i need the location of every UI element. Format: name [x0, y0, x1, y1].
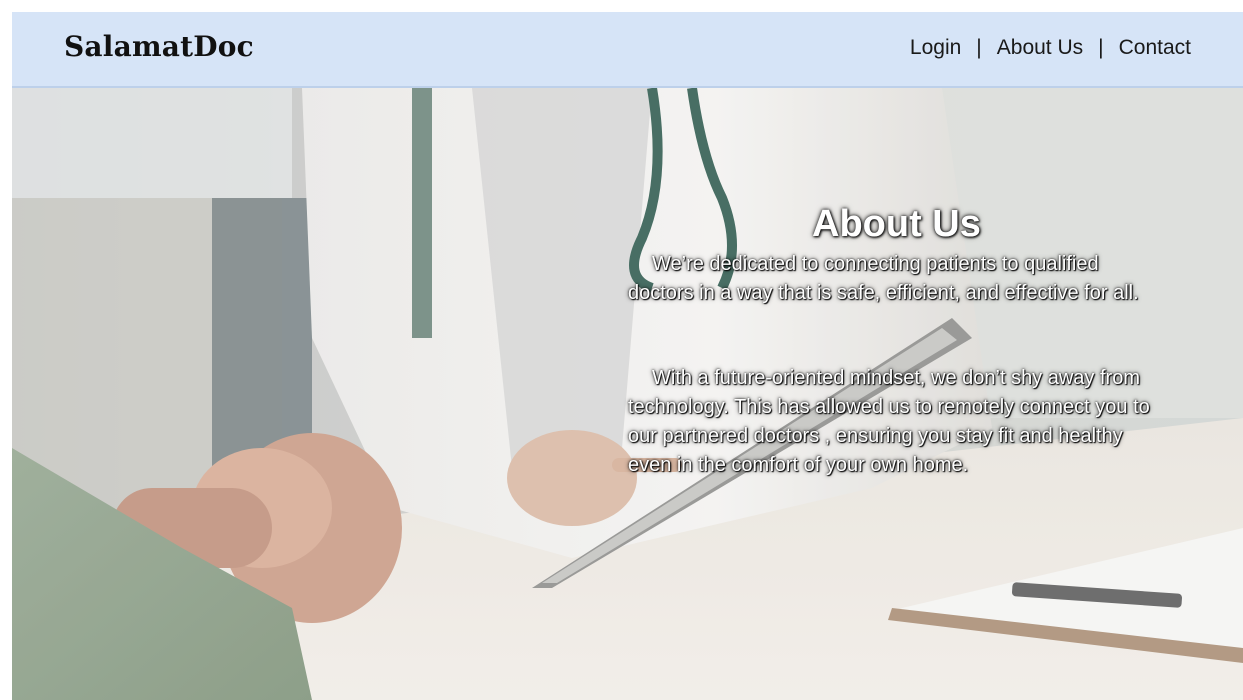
- page-frame: SalamatDoc Login | About Us | Contact Ab…: [12, 12, 1243, 700]
- nav-contact-link[interactable]: Contact: [1119, 36, 1191, 60]
- nav-login-link[interactable]: Login: [910, 36, 961, 60]
- nav-separator: |: [1098, 36, 1104, 59]
- brand-logo[interactable]: SalamatDoc: [64, 30, 254, 63]
- nav-separator: |: [976, 36, 982, 59]
- about-paragraph-1: We’re dedicated to connecting patients t…: [628, 253, 1139, 304]
- nav-links: Login | About Us | Contact: [910, 36, 1191, 60]
- navbar: SalamatDoc Login | About Us | Contact: [12, 12, 1243, 88]
- about-paragraph-2: With a future-oriented mindset, we don’t…: [628, 367, 1150, 476]
- nav-about-link[interactable]: About Us: [997, 36, 1083, 60]
- about-title: About Us: [812, 203, 981, 246]
- hero-section: About Us We’re dedicated to connecting p…: [12, 88, 1243, 700]
